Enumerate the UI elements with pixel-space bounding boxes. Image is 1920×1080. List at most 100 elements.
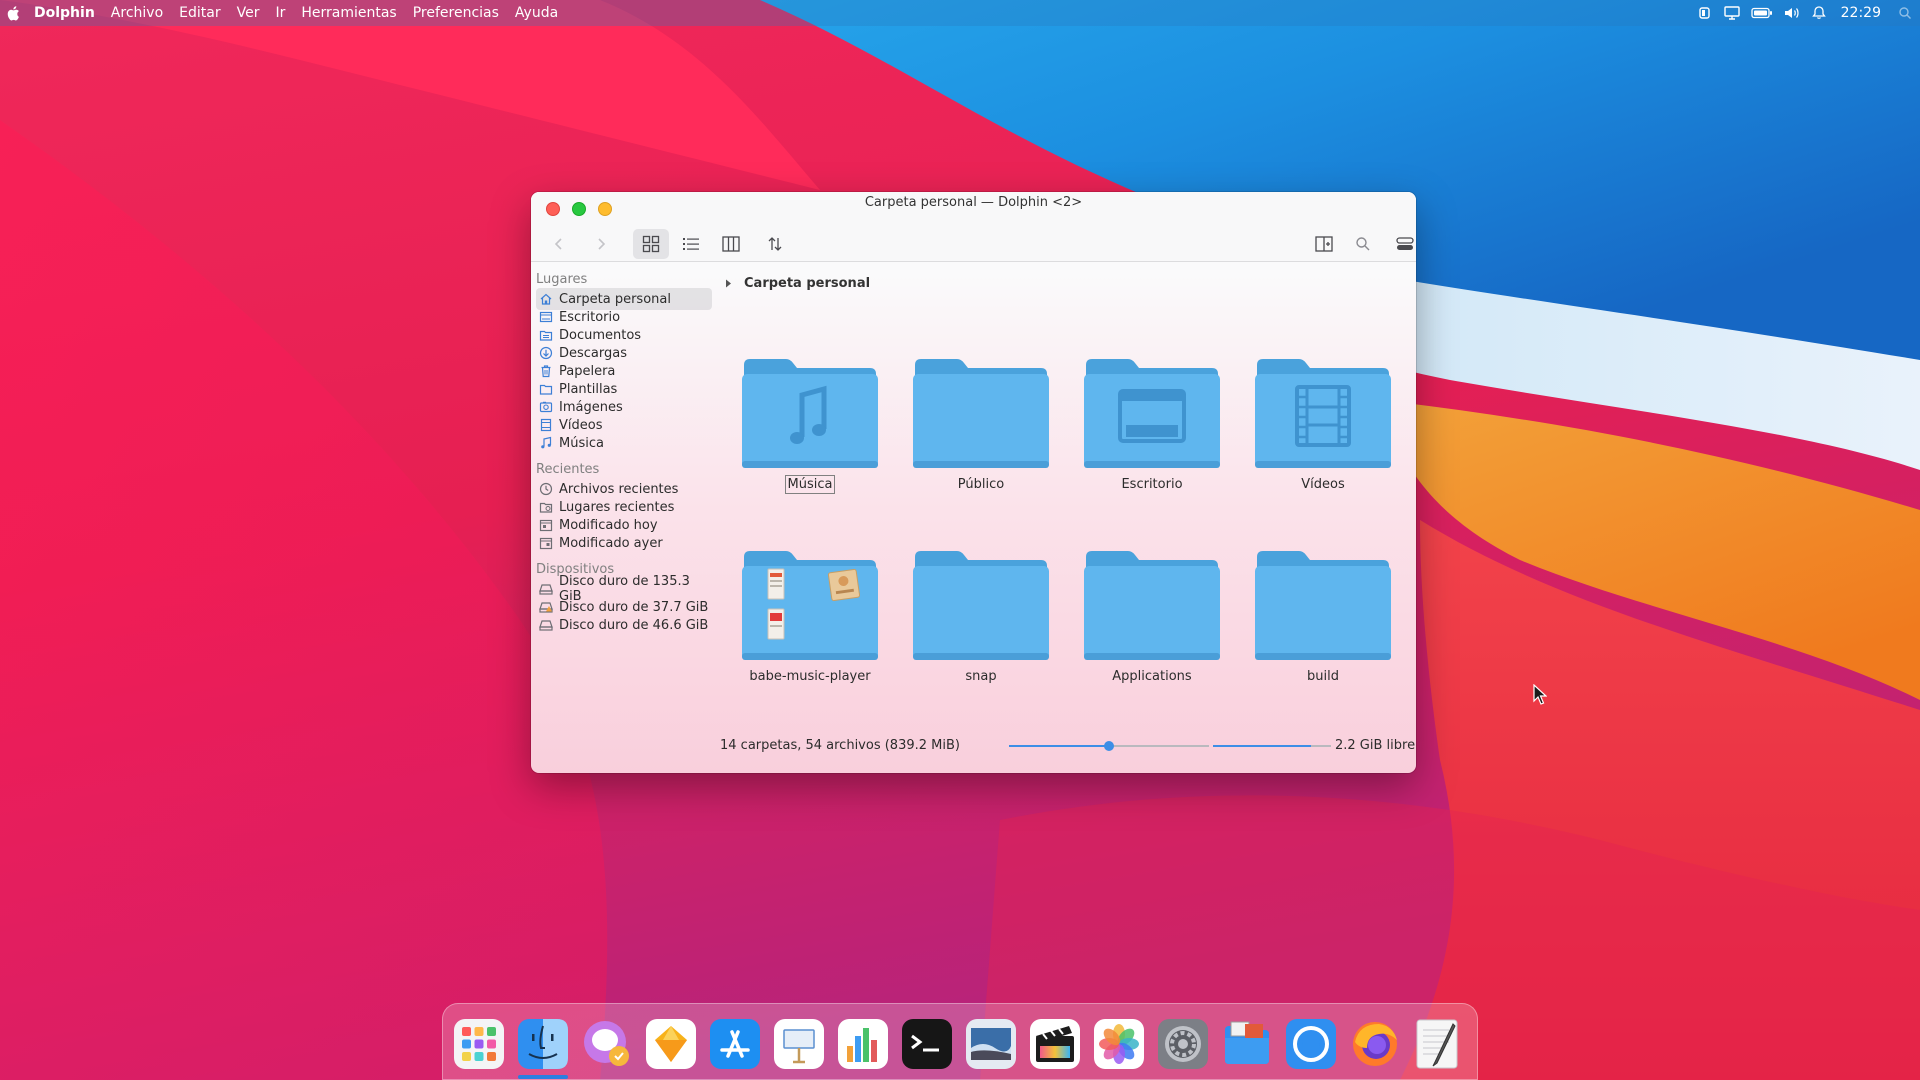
toolbar: [531, 222, 1416, 262]
dolphin-finder-icon: [518, 1019, 568, 1069]
folder-babe-music-player[interactable]: babe-music-player: [740, 547, 880, 697]
split-view-button[interactable]: [1306, 229, 1342, 259]
dock-files[interactable]: [1221, 1018, 1273, 1070]
sort-button[interactable]: [757, 229, 793, 259]
trash-icon: [541, 365, 551, 378]
folder-videos[interactable]: Vídeos: [1253, 355, 1393, 505]
hamburger-menu-button[interactable]: [1387, 229, 1416, 259]
menu-ayuda[interactable]: Ayuda: [515, 0, 558, 26]
dock-text-editor[interactable]: [1413, 1018, 1465, 1070]
sidebar-item-label: Disco duro de 46.6 GiB: [559, 617, 709, 633]
battery-monitor-icon[interactable]: [1697, 6, 1713, 20]
dock-preview[interactable]: [965, 1018, 1017, 1070]
files-icon: [1225, 1021, 1269, 1064]
dock-photos[interactable]: [1093, 1018, 1145, 1070]
folder-publico[interactable]: Público: [911, 355, 1051, 505]
dock: [442, 1003, 1478, 1080]
sidebar-item-label: Disco duro de 37.7 GiB: [559, 599, 709, 615]
dock-launchpad[interactable]: [453, 1018, 505, 1070]
menu-editar[interactable]: Editar: [179, 0, 220, 26]
system-tray: 22:29: [1686, 0, 1912, 26]
dock-terminal[interactable]: [901, 1018, 953, 1070]
folder-name[interactable]: build: [1305, 668, 1341, 685]
sidebar-item-modificado-ayer[interactable]: Modificado ayer: [536, 532, 712, 554]
dock-messenger[interactable]: [581, 1018, 633, 1070]
dock-firefox[interactable]: [1349, 1018, 1401, 1070]
pictures-icon: [539, 401, 553, 413]
dock-numbers[interactable]: [837, 1018, 889, 1070]
menu-bar: Dolphin Archivo Editar Ver Ir Herramient…: [0, 0, 1920, 26]
clock[interactable]: 22:29: [1841, 5, 1881, 21]
section-recientes: Recientes: [536, 462, 600, 477]
folder-name[interactable]: Público: [956, 476, 1006, 493]
folder-icon: [1084, 551, 1220, 660]
dolphin-window: Carpeta personal — Dolphin <2> Lugares C…: [531, 192, 1416, 773]
browser-icon: [1286, 1019, 1336, 1069]
forward-button[interactable]: [583, 229, 619, 259]
home-icon: [540, 293, 552, 305]
folder-name[interactable]: Música: [784, 475, 836, 494]
folder-name[interactable]: snap: [963, 668, 998, 685]
menu-ver[interactable]: Ver: [237, 0, 260, 26]
free-space-bar[interactable]: [1213, 745, 1331, 747]
columns-view-icon: [722, 236, 740, 252]
calendar-today-icon: [539, 519, 553, 532]
back-icon: [554, 238, 562, 250]
sidebar-item-label: Modificado ayer: [559, 535, 663, 551]
window-title: Carpeta personal — Dolphin <2>: [864, 195, 1083, 210]
details-view-icon: [683, 238, 699, 250]
dock-finder[interactable]: [517, 1018, 569, 1070]
sidebar-item-label: Lugares recientes: [559, 499, 675, 515]
battery-icon[interactable]: [1750, 6, 1773, 20]
folder-name[interactable]: Vídeos: [1299, 476, 1346, 493]
folder-snap[interactable]: snap: [911, 547, 1051, 697]
dock-keynote[interactable]: [773, 1018, 825, 1070]
icons-view-button[interactable]: [633, 229, 669, 259]
zoom-slider[interactable]: [1009, 741, 1209, 751]
breadcrumb[interactable]: Carpeta personal: [721, 273, 870, 293]
search-button[interactable]: [1345, 229, 1381, 259]
folder-name[interactable]: babe-music-player: [747, 668, 872, 685]
music-icon: [541, 436, 552, 449]
dock-browser[interactable]: [1285, 1018, 1337, 1070]
menu-herramientas[interactable]: Herramientas: [301, 0, 396, 26]
sidebar-item-musica[interactable]: Música: [536, 432, 712, 454]
search-icon: [1356, 237, 1370, 251]
videos-folder-icon: [1255, 359, 1391, 468]
zoom-slider-handle[interactable]: [1104, 741, 1114, 751]
text-editor-icon: [1416, 1019, 1458, 1069]
sidebar-item-label: Archivos recientes: [559, 481, 679, 497]
folder-applications[interactable]: Applications: [1082, 547, 1222, 697]
sidebar-item-label: Carpeta personal: [559, 291, 671, 307]
sidebar-item-label: Modificado hoy: [559, 517, 658, 533]
dock-system-preferences[interactable]: [1157, 1018, 1209, 1070]
menu-ir[interactable]: Ir: [275, 0, 285, 26]
menu-preferencias[interactable]: Preferencias: [413, 0, 499, 26]
icons-view-icon: [642, 235, 660, 253]
breadcrumb-item-carpeta-personal[interactable]: Carpeta personal: [744, 276, 870, 291]
menu-app-name[interactable]: Dolphin: [34, 0, 95, 26]
dock-app-store[interactable]: [709, 1018, 761, 1070]
sidebar-item-disco-46[interactable]: Disco duro de 46.6 GiB: [536, 614, 712, 636]
volume-icon[interactable]: [1784, 6, 1800, 20]
back-button[interactable]: [541, 229, 577, 259]
display-icon[interactable]: [1723, 6, 1740, 20]
chevron-right-icon[interactable]: [724, 279, 733, 288]
folder-name[interactable]: Applications: [1110, 668, 1193, 685]
folder-escritorio[interactable]: Escritorio: [1082, 355, 1222, 505]
dock-final-cut[interactable]: [1029, 1018, 1081, 1070]
title-bar[interactable]: Carpeta personal — Dolphin <2>: [531, 192, 1416, 222]
columns-view-button[interactable]: [713, 229, 749, 259]
app-store-icon: [710, 1019, 760, 1069]
folder-name[interactable]: Escritorio: [1119, 476, 1184, 493]
apple-logo-icon[interactable]: [6, 5, 20, 21]
search-icon[interactable]: [1898, 6, 1912, 20]
status-summary: 14 carpetas, 54 archivos (839.2 MiB): [720, 738, 960, 753]
menu-archivo[interactable]: Archivo: [111, 0, 163, 26]
dock-sketch[interactable]: [645, 1018, 697, 1070]
details-view-button[interactable]: [673, 229, 709, 259]
folder-musica[interactable]: Música: [740, 355, 880, 505]
notifications-icon[interactable]: [1811, 6, 1827, 20]
folder-build[interactable]: build: [1253, 547, 1393, 697]
sidebar-item-label: Imágenes: [559, 399, 623, 415]
